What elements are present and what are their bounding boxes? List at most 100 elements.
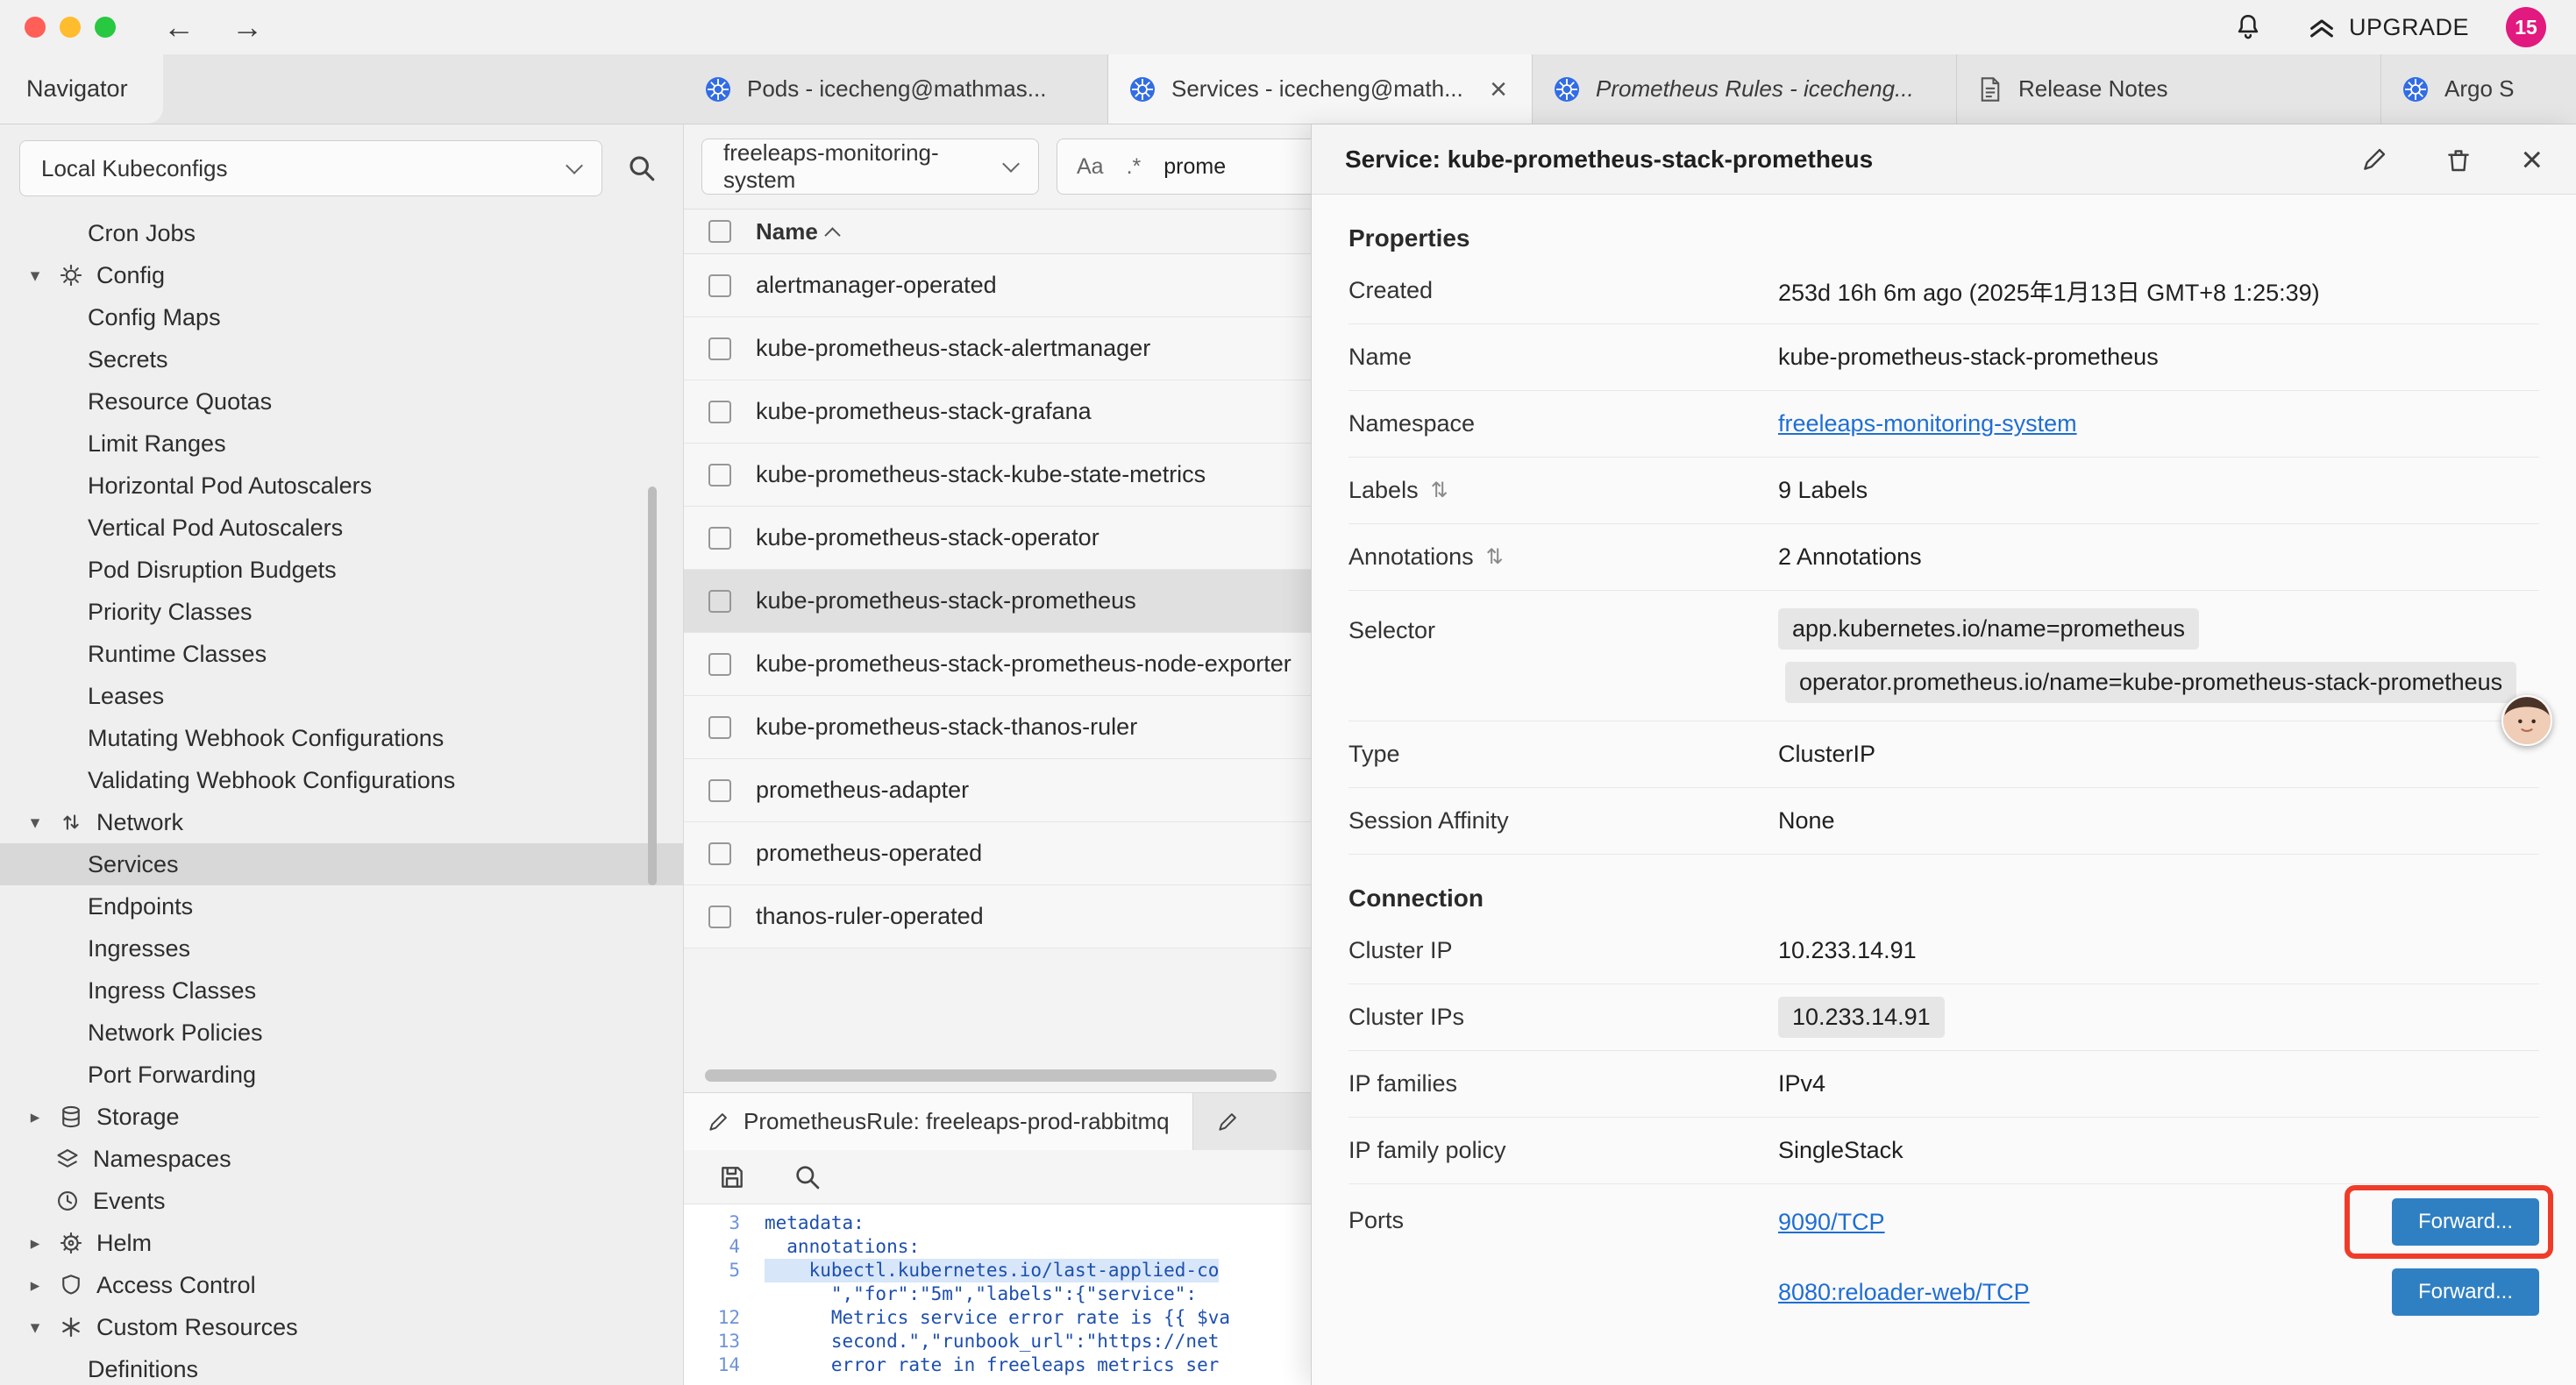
property-row-session-affinity: Session Affinity None <box>1348 788 2539 855</box>
delete-icon[interactable] <box>2437 138 2480 181</box>
sidebar-item-label: Network <box>96 809 183 836</box>
sidebar-item-events[interactable]: Events <box>0 1180 683 1222</box>
zoom-window-button[interactable] <box>95 17 116 38</box>
sidebar-item-storage[interactable]: ▸ Storage <box>0 1096 683 1138</box>
regex-toggle[interactable]: .* <box>1127 154 1142 180</box>
dock-tab-prometheusrule[interactable]: PrometheusRule: freeleaps-prod-rabbitmq <box>684 1093 1193 1150</box>
sidebar-item-pod-disruption-budgets[interactable]: Pod Disruption Budgets <box>0 549 683 591</box>
connection-row-cluster-ip: Cluster IP 10.233.14.91 <box>1348 918 2539 984</box>
sidebar-item-definitions[interactable]: Definitions <box>0 1348 683 1385</box>
port-link[interactable]: 9090/TCP <box>1778 1209 1885 1236</box>
row-checkbox[interactable] <box>708 590 731 613</box>
expand-icon[interactable]: ⇅ <box>1486 544 1504 570</box>
namespace-select[interactable]: freeleaps-monitoring-system <box>701 138 1039 195</box>
database-icon <box>58 1104 84 1129</box>
kubeconfig-select[interactable]: Local Kubeconfigs <box>19 140 602 196</box>
kubernetes-icon <box>2402 76 2429 103</box>
save-icon[interactable] <box>710 1155 754 1199</box>
sidebar-item-custom-resources[interactable]: ▾ Custom Resources <box>0 1306 683 1348</box>
sidebar-item-priority-classes[interactable]: Priority Classes <box>0 591 683 633</box>
sidebar-item-secrets[interactable]: Secrets <box>0 338 683 380</box>
sidebar-item-network-policies[interactable]: Network Policies <box>0 1012 683 1054</box>
name-column-header[interactable]: Name <box>756 218 838 245</box>
sidebar-item-label: Custom Resources <box>96 1314 298 1341</box>
match-case-toggle[interactable]: Aa <box>1077 154 1104 180</box>
sidebar-item-label: Events <box>93 1188 166 1215</box>
sidebar-item-leases[interactable]: Leases <box>0 675 683 717</box>
sidebar-item-resource-quotas[interactable]: Resource Quotas <box>0 380 683 423</box>
service-name: kube-prometheus-stack-alertmanager <box>756 335 1150 362</box>
sidebar-item-helm[interactable]: ▸ Helm <box>0 1222 683 1264</box>
sidebar-item-label: Config <box>96 262 165 289</box>
service-name: prometheus-operated <box>756 840 982 867</box>
row-checkbox[interactable] <box>708 906 731 928</box>
service-name: thanos-ruler-operated <box>756 903 984 930</box>
row-checkbox[interactable] <box>708 779 731 802</box>
tab-services[interactable]: Services - icecheng@math... × <box>1108 54 1533 124</box>
sidebar-item-vertical-pod-autoscalers[interactable]: Vertical Pod Autoscalers <box>0 507 683 549</box>
line-number: 12 <box>684 1306 765 1330</box>
tab-prometheus-rules[interactable]: Prometheus Rules - icecheng... <box>1533 54 1957 124</box>
sidebar-scrollbar[interactable] <box>648 487 657 885</box>
tab-argo[interactable]: Argo S <box>2381 54 2576 124</box>
sidebar-item-namespaces[interactable]: Namespaces <box>0 1138 683 1180</box>
created-value: 253d 16h 6m ago (2025年1月13日 GMT+8 1:25:3… <box>1778 273 2320 308</box>
row-checkbox[interactable] <box>708 274 731 297</box>
sidebar-item-cron-jobs[interactable]: Cron Jobs <box>0 212 683 254</box>
horizontal-scrollbar[interactable] <box>705 1069 1284 1082</box>
ip-families-value: IPv4 <box>1778 1070 1825 1097</box>
service-name: kube-prometheus-stack-grafana <box>756 398 1092 425</box>
sidebar-item-validating-webhook-configurations[interactable]: Validating Webhook Configurations <box>0 759 683 801</box>
row-checkbox[interactable] <box>708 527 731 550</box>
sidebar-item-label: Mutating Webhook Configurations <box>88 725 444 752</box>
edit-icon[interactable] <box>2352 138 2396 181</box>
search-icon[interactable] <box>620 146 664 190</box>
sidebar-item-ingresses[interactable]: Ingresses <box>0 927 683 970</box>
tab-pods[interactable]: Pods - icecheng@mathmas... <box>684 54 1108 124</box>
row-checkbox[interactable] <box>708 464 731 487</box>
row-checkbox[interactable] <box>708 337 731 360</box>
chevron-down-icon <box>1002 155 1020 173</box>
sidebar-item-config[interactable]: ▾ Config <box>0 254 683 296</box>
row-checkbox[interactable] <box>708 716 731 739</box>
sidebar-item-label: Ingress Classes <box>88 977 256 1005</box>
sidebar-item-limit-ranges[interactable]: Limit Ranges <box>0 423 683 465</box>
minimize-window-button[interactable] <box>60 17 81 38</box>
row-checkbox[interactable] <box>708 842 731 865</box>
forward-button[interactable]: → <box>231 11 263 43</box>
sidebar-item-ingress-classes[interactable]: Ingress Classes <box>0 970 683 1012</box>
sidebar-item-runtime-classes[interactable]: Runtime Classes <box>0 633 683 675</box>
sidebar-item-label: Secrets <box>88 346 168 373</box>
search-query-text: prome <box>1163 154 1226 180</box>
sidebar-item-mutating-webhook-configurations[interactable]: Mutating Webhook Configurations <box>0 717 683 759</box>
close-icon[interactable]: × <box>2521 141 2543 178</box>
expand-icon[interactable]: ⇅ <box>1431 478 1448 503</box>
port-link[interactable]: 8080:reloader-web/TCP <box>1778 1279 2030 1306</box>
chevron-right-icon: ▸ <box>25 1275 46 1296</box>
sidebar-item-horizontal-pod-autoscalers[interactable]: Horizontal Pod Autoscalers <box>0 465 683 507</box>
sidebar-item-endpoints[interactable]: Endpoints <box>0 885 683 927</box>
row-checkbox[interactable] <box>708 653 731 676</box>
row-checkbox[interactable] <box>708 401 731 423</box>
select-all-checkbox[interactable] <box>708 220 731 243</box>
sidebar-item-services[interactable]: Services <box>0 843 683 885</box>
sidebar-item-access-control[interactable]: ▸ Access Control <box>0 1264 683 1306</box>
forward-button[interactable]: Forward... <box>2392 1198 2539 1246</box>
upgrade-button[interactable]: UPGRADE <box>2307 12 2469 42</box>
namespace-link[interactable]: freeleaps-monitoring-system <box>1778 410 2077 437</box>
search-icon[interactable] <box>786 1155 829 1199</box>
clock-icon <box>54 1189 81 1213</box>
close-window-button[interactable] <box>25 17 46 38</box>
back-button[interactable]: ← <box>163 11 195 43</box>
avatar[interactable] <box>2501 695 2552 746</box>
notification-count-badge[interactable]: 15 <box>2506 7 2546 47</box>
scrollbar-thumb[interactable] <box>705 1069 1277 1082</box>
tab-release-notes[interactable]: Release Notes <box>1957 54 2381 124</box>
sidebar-item-network[interactable]: ▾ Network <box>0 801 683 843</box>
name-value: kube-prometheus-stack-prometheus <box>1778 344 2159 371</box>
bell-icon[interactable] <box>2226 5 2270 49</box>
sidebar-item-config-maps[interactable]: Config Maps <box>0 296 683 338</box>
sidebar-item-port-forwarding[interactable]: Port Forwarding <box>0 1054 683 1096</box>
forward-button[interactable]: Forward... <box>2392 1268 2539 1316</box>
close-tab-icon[interactable]: × <box>1486 75 1511 104</box>
